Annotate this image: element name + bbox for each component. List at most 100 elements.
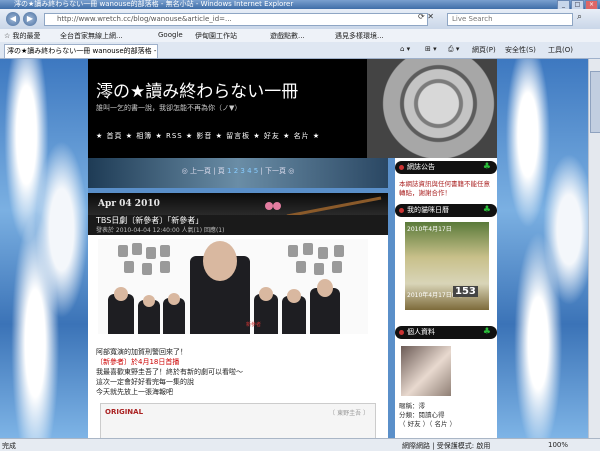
- pager-suffix[interactable]: | 下一頁 ◎: [260, 167, 294, 175]
- blog-title[interactable]: 澪の★讀み終わらない一冊: [96, 77, 298, 102]
- header-photo: [367, 59, 497, 158]
- profile-line[interactable]: （ 好友 ）（ 名片 ）: [399, 420, 456, 429]
- original-sub: 〔 東野圭吾 〕: [329, 410, 369, 417]
- sidebar: 網誌公告 ♣ 本網誌資訊與任何書籍不能任意轉貼，謝謝合作！ 我的貓咪日曆 ♣ 2…: [395, 158, 497, 438]
- blog-header: 澪の★讀み終わらない一冊 誰叫一乞的書一說，我卻怎能不再為你（ノ▼） ★ 首頁 …: [88, 59, 367, 158]
- address-input[interactable]: http://www.wretch.cc/blog/wanouse&articl…: [44, 13, 428, 26]
- post-date-bar: Apr 04 2010: [88, 193, 388, 221]
- original-label: ORIGINAL: [105, 408, 144, 416]
- tools-menu[interactable]: 工具(O): [548, 45, 573, 55]
- post-line: 我最喜歡東野圭吾了！終於有新的劇可以看啦～: [96, 368, 243, 376]
- cast-thumb: [334, 245, 344, 257]
- post-line: 阿部寬演的加賀刑警回來了！: [96, 348, 187, 356]
- search-input[interactable]: Live Search: [447, 13, 573, 26]
- widget-title: 網誌公告: [407, 163, 435, 171]
- cast-thumb: [160, 261, 170, 273]
- pager-prefix[interactable]: ◎ 上一頁 | 頁: [182, 167, 225, 175]
- profile-avatar[interactable]: [401, 346, 451, 396]
- cast-face: [114, 287, 128, 301]
- tab-bar: 澪の★讀み終わらない一冊 wanouse的部落格 - 無... ⌂ ▾ ⊞ ▾ …: [0, 42, 600, 59]
- safety-menu[interactable]: 安全性(S): [505, 45, 536, 55]
- cast-face: [168, 293, 180, 305]
- profile-line: 暱稱：澪: [399, 402, 425, 410]
- cast-thumb: [132, 243, 142, 255]
- forward-button[interactable]: ▶: [23, 12, 37, 26]
- pager[interactable]: ◎ 上一頁 | 頁 1 2 3 4 5 | 下一頁 ◎: [88, 166, 388, 176]
- post-line: 這次一定會好好看完每一集的說: [96, 378, 194, 386]
- post-line: 今天就先放上一張海報吧: [96, 388, 173, 396]
- calendar-count: 153: [453, 286, 478, 297]
- page-menu[interactable]: 網頁(P): [472, 45, 496, 55]
- post-title-bar: TBS日劇〔新參者〕「新參者」 發表於 2010-04-04 12:40:00 …: [88, 215, 388, 235]
- cast-face: [317, 279, 333, 297]
- tab-active[interactable]: 澪の★讀み終わらない一冊 wanouse的部落格 - 無...: [4, 44, 158, 58]
- favorites-button[interactable]: ☆ 我的最愛: [4, 31, 41, 41]
- cast-thumb: [124, 261, 134, 273]
- favorites-label: 我的最愛: [12, 32, 41, 40]
- drama-poster-image: 新參者: [98, 239, 368, 334]
- print-icon[interactable]: ⎙ ▾: [448, 45, 459, 54]
- cast-thumb: [118, 245, 128, 257]
- page-viewport: 澪の★讀み終わらない一冊 誰叫一乞的書一說，我卻怎能不再為你（ノ▼） ★ 首頁 …: [0, 59, 600, 438]
- widget-head-calendar: 我的貓咪日曆 ♣: [395, 204, 497, 217]
- bullet-icon: [399, 208, 404, 213]
- clover-icon: ♣: [482, 327, 491, 337]
- favorite-item[interactable]: Google: [158, 31, 183, 39]
- vertical-scrollbar[interactable]: [588, 59, 600, 438]
- scrollbar-thumb[interactable]: [590, 71, 600, 133]
- calendar-label: 2010年4月17日: [407, 226, 452, 233]
- search-icon[interactable]: ⌕: [577, 12, 582, 22]
- favorite-item[interactable]: 全台首家無線上網...: [60, 31, 123, 41]
- cast-thumb: [318, 247, 328, 259]
- back-button[interactable]: ◀: [6, 12, 20, 26]
- cast-thumb: [288, 245, 298, 257]
- widget-title: 個人資料: [407, 328, 435, 336]
- favorite-item[interactable]: 伊甸園工作站: [195, 31, 237, 41]
- post-text: 阿部寬演的加賀刑警回來了！ 〔新參者〕於4月18日首播 我最喜歡東野圭吾了！終於…: [96, 347, 243, 397]
- favorite-item[interactable]: 遊戲點數...: [270, 31, 305, 41]
- cast-face: [287, 289, 301, 303]
- zoom-level[interactable]: 100%: [548, 441, 568, 449]
- post-body: 新參者 阿部寬演的加賀刑警回來了！ 〔新參者〕於4月18日首播 我最喜歡東野圭吾…: [88, 235, 388, 438]
- background-sky: [497, 59, 600, 438]
- post-meta: 發表於 2010-04-04 12:40:00 人氣(1) 回應(1): [96, 227, 225, 234]
- status-bar: 完成 網際網路 | 受保護模式: 啟用 100%: [0, 438, 600, 451]
- cast-face: [143, 295, 155, 307]
- original-box: ORIGINAL 〔 東野圭吾 〕: [100, 403, 376, 438]
- announce-text: 本網誌資訊與任何書籍不能任意轉貼，謝謝合作！: [399, 180, 490, 197]
- favorite-item[interactable]: 遇見多樣環境...: [335, 31, 384, 41]
- refresh-icon[interactable]: ⟳ ✕: [418, 12, 434, 21]
- widget-title: 我的貓咪日曆: [407, 206, 449, 214]
- cast-thumb: [303, 243, 313, 255]
- background-sky: [0, 59, 88, 438]
- favorites-bar: ☆ 我的最愛 全台首家無線上網... Google 伊甸園工作站 遊戲點數...…: [0, 29, 600, 42]
- poster-title: 新參者: [246, 322, 262, 328]
- cast-thumb: [160, 245, 170, 257]
- cat-calendar-image[interactable]: 2010年4月17日 2010年4月17日(六) 153: [405, 222, 489, 310]
- bullet-icon: [399, 165, 404, 170]
- cast-thumb: [296, 261, 306, 273]
- lead-face: [203, 241, 237, 281]
- blog-subtitle: 誰叫一乞的書一說，我卻怎能不再為你（ノ▼）: [96, 104, 242, 112]
- blog-nav[interactable]: ★ 首頁 ★ 相簿 ★ RSS ★ 影音 ★ 留言板 ★ 好友 ★ 名片 ★: [96, 131, 320, 141]
- feed-icon[interactable]: ⊞ ▾: [425, 45, 437, 53]
- widget-head-announce: 網誌公告 ♣: [395, 161, 497, 174]
- post-date: Apr 04 2010: [98, 199, 160, 209]
- cast-thumb: [332, 261, 342, 273]
- window-title: 澪の★讀み終わらない一冊 wanouse的部落格 - 無名小站 - Window…: [14, 0, 294, 8]
- clover-icon: ♣: [482, 162, 491, 172]
- bullet-icon: [399, 330, 404, 335]
- cast-thumb: [142, 263, 152, 275]
- cast-face: [259, 287, 273, 301]
- post-line: 〔新參者〕於4月18日首播: [96, 358, 180, 366]
- home-icon[interactable]: ⌂ ▾: [400, 45, 410, 53]
- clover-icon: ♣: [482, 205, 491, 215]
- profile-text: 暱稱：澪 分類：閱讀心得 （ 好友 ）（ 名片 ）: [399, 402, 456, 429]
- window-title-bar: 澪の★讀み終わらない一冊 wanouse的部落格 - 無名小站 - Window…: [0, 0, 600, 10]
- cast-thumb: [146, 247, 156, 259]
- widget-head-profile: 個人資料 ♣: [395, 326, 497, 339]
- pager-pages[interactable]: 1 2 3 4 5: [227, 167, 258, 175]
- profile-line: 分類：閱讀心得: [399, 411, 445, 419]
- address-bar-row: ◀ ▶ http://www.wretch.cc/blog/wanouse&ar…: [0, 9, 600, 29]
- cast-thumb: [314, 263, 324, 275]
